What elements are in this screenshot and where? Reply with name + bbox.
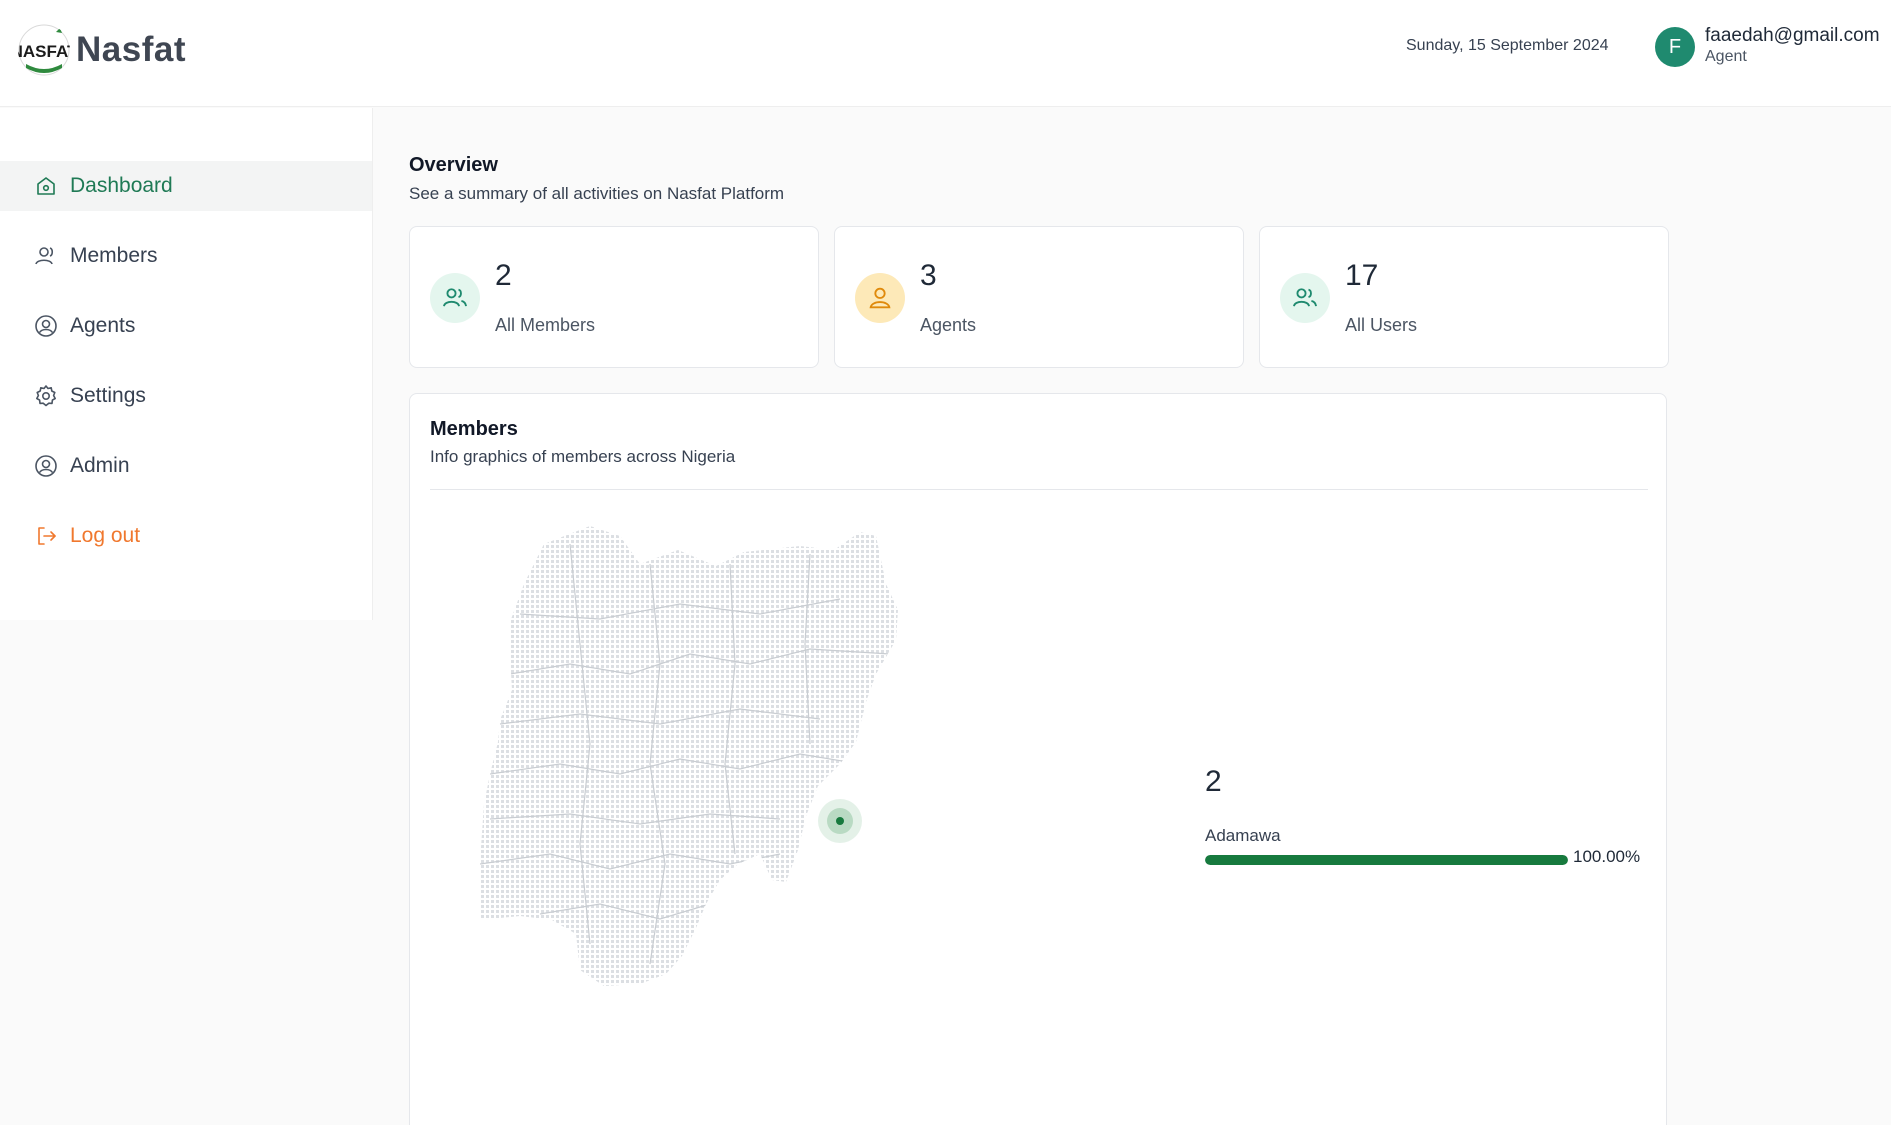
user-menu[interactable]: F faaedah@gmail.com Agent	[1655, 25, 1880, 67]
sidebar-item-agents[interactable]: Agents	[0, 301, 372, 351]
sidebar-item-settings[interactable]: Settings	[0, 371, 372, 421]
nigeria-map[interactable]	[480, 524, 980, 1094]
state-progress-bar	[1205, 855, 1568, 865]
overview-subtitle: See a summary of all activities on Nasfa…	[409, 184, 785, 203]
sidebar-item-dashboard[interactable]: Dashboard	[0, 161, 372, 211]
stat-label: All Users	[1345, 315, 1418, 335]
members-title: Members	[430, 418, 518, 440]
stat-value: 3	[920, 259, 937, 292]
sidebar: Dashboard Members Agents Settings Admin …	[0, 108, 373, 620]
sidebar-item-admin[interactable]: Admin	[0, 441, 372, 491]
stat-card-agents[interactable]: 3 Agents	[834, 226, 1244, 368]
sidebar-item-label: Log out	[70, 524, 141, 547]
sidebar-item-label: Admin	[70, 454, 130, 477]
state-name: Adamawa	[1205, 826, 1281, 845]
overview-title: Overview	[409, 154, 498, 176]
stat-label: Agents	[920, 315, 977, 335]
divider	[430, 489, 1648, 490]
sidebar-item-label: Agents	[70, 314, 136, 337]
gear-icon	[34, 384, 58, 408]
sidebar-item-members[interactable]: Members	[0, 231, 372, 281]
state-count: 2	[1205, 765, 1222, 798]
members-panel: Members Info graphics of members across …	[409, 393, 1667, 1125]
stat-value: 17	[1345, 259, 1379, 292]
users-icon	[1280, 273, 1330, 323]
user-circle-icon	[34, 314, 58, 338]
users-icon	[430, 273, 480, 323]
svg-text:NASFAT: NASFAT	[18, 42, 70, 61]
logo[interactable]: NASFAT Nasfat	[18, 24, 186, 76]
state-progress-fill	[1205, 855, 1568, 865]
user-role: Agent	[1705, 48, 1747, 65]
stat-card-members[interactable]: 2 All Members	[409, 226, 819, 368]
user-email: faaedah@gmail.com	[1705, 25, 1880, 46]
sidebar-item-label: Dashboard	[70, 174, 173, 197]
user-icon	[855, 273, 905, 323]
stat-label: All Members	[495, 315, 596, 335]
logo-text: Nasfat	[76, 30, 186, 69]
user-icon	[34, 244, 58, 268]
sidebar-item-logout[interactable]: Log out	[0, 511, 372, 561]
user-info: faaedah@gmail.com Agent	[1705, 25, 1880, 67]
top-header: NASFAT Nasfat Sunday, 15 September 2024 …	[0, 0, 1891, 107]
sidebar-item-label: Members	[70, 244, 158, 267]
state-percent: 100.00%	[1573, 847, 1641, 866]
stat-value: 2	[495, 259, 512, 292]
user-circle-icon	[34, 454, 58, 478]
logout-icon	[34, 524, 58, 548]
stat-card-users[interactable]: 17 All Users	[1259, 226, 1669, 368]
adamawa-marker[interactable]	[818, 799, 862, 843]
sidebar-item-label: Settings	[70, 384, 146, 407]
avatar[interactable]: F	[1655, 27, 1695, 67]
current-date: Sunday, 15 September 2024	[1406, 37, 1609, 54]
home-icon	[34, 174, 58, 198]
members-subtitle: Info graphics of members across Nigeria	[430, 447, 736, 466]
logo-badge-icon: NASFAT	[18, 24, 70, 76]
